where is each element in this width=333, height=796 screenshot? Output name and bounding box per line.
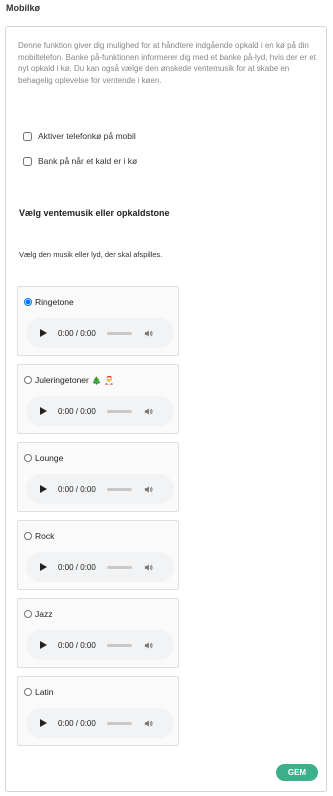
play-icon[interactable] — [40, 485, 47, 493]
time-display: 0:00 / 0:00 — [58, 406, 96, 416]
progress-track[interactable] — [106, 721, 132, 725]
audio-player: 0:00 / 0:00 — [26, 318, 174, 348]
save-button[interactable]: GEM — [276, 764, 318, 781]
sound-label: Lounge — [35, 453, 64, 463]
time-display: 0:00 / 0:00 — [58, 484, 96, 494]
description: Denne funktion giver dig mulighed for at… — [18, 41, 316, 85]
time-display: 0:00 / 0:00 — [58, 718, 96, 728]
sound-option-card: Ringetone 0:00 / 0:00 — [17, 286, 179, 356]
progress-track[interactable] — [106, 643, 132, 647]
audio-player: 0:00 / 0:00 — [26, 552, 174, 582]
play-icon[interactable] — [40, 329, 47, 337]
time-display: 0:00 / 0:00 — [58, 562, 96, 572]
volume-icon[interactable] — [144, 329, 153, 338]
sound-radio[interactable] — [24, 454, 32, 462]
sound-radio[interactable] — [24, 610, 32, 618]
audio-player: 0:00 / 0:00 — [26, 474, 174, 504]
volume-icon[interactable] — [144, 719, 153, 728]
call-waiting-label: Bank på når et kald er i kø — [38, 156, 138, 166]
play-icon[interactable] — [40, 719, 47, 727]
sound-label: Jazz — [35, 609, 53, 619]
audio-player: 0:00 / 0:00 — [26, 396, 174, 426]
call-waiting-checkbox[interactable] — [23, 156, 32, 166]
progress-track[interactable] — [106, 565, 132, 569]
audio-player: 0:00 / 0:00 — [26, 708, 174, 738]
sound-option-card: Rock 0:00 / 0:00 — [17, 520, 179, 590]
sound-label: Juleringetoner — [35, 375, 89, 385]
sound-option-card: Lounge 0:00 / 0:00 — [17, 442, 179, 512]
activate-queue-option[interactable]: Aktiver telefonkø på mobil — [23, 131, 136, 141]
sound-option-card: Latin 0:00 / 0:00 — [17, 676, 179, 746]
progress-track[interactable] — [106, 487, 132, 491]
volume-icon[interactable] — [144, 641, 153, 650]
volume-icon[interactable] — [144, 407, 153, 416]
sound-option[interactable]: Jazz — [24, 609, 52, 619]
sound-option-card: Jazz 0:00 / 0:00 — [17, 598, 179, 668]
mobile-queue-panel: Denne funktion giver dig mulighed for at… — [5, 26, 327, 792]
volume-icon[interactable] — [144, 563, 153, 572]
activate-queue-checkbox[interactable] — [23, 131, 32, 141]
play-icon[interactable] — [40, 641, 47, 649]
audio-player: 0:00 / 0:00 — [26, 630, 174, 660]
sound-option[interactable]: Juleringetoner 🎄 🎅 — [24, 375, 114, 385]
activate-queue-label: Aktiver telefonkø på mobil — [38, 131, 136, 141]
call-waiting-option[interactable]: Bank på når et kald er i kø — [23, 156, 137, 166]
section-title: Mobilkø — [6, 3, 40, 13]
music-heading: Vælg ventemusik eller opkaldstone — [19, 208, 170, 218]
sound-label: Ringetone — [35, 297, 74, 307]
sound-option[interactable]: Latin — [24, 687, 53, 697]
progress-track[interactable] — [106, 331, 132, 335]
time-display: 0:00 / 0:00 — [58, 328, 96, 338]
sound-radio[interactable] — [24, 532, 32, 540]
sound-label: Latin — [35, 687, 54, 697]
play-icon[interactable] — [40, 563, 47, 571]
sound-radio[interactable] — [24, 298, 32, 306]
volume-icon[interactable] — [144, 485, 153, 494]
sound-option[interactable]: Ringetone — [24, 297, 74, 307]
sound-radio[interactable] — [24, 688, 32, 696]
sound-option[interactable]: Rock — [24, 531, 54, 541]
music-help: Vælg den musik eller lyd, der skal afspi… — [19, 250, 163, 259]
sound-label: Rock — [35, 531, 55, 541]
progress-track[interactable] — [106, 409, 132, 413]
holiday-emoji-icon: 🎄 🎅 — [91, 375, 115, 385]
sound-radio[interactable] — [24, 376, 32, 384]
play-icon[interactable] — [40, 407, 47, 415]
sound-option-card: Juleringetoner 🎄 🎅 0:00 / 0:00 — [17, 364, 179, 434]
sound-option[interactable]: Lounge — [24, 453, 63, 463]
time-display: 0:00 / 0:00 — [58, 640, 96, 650]
